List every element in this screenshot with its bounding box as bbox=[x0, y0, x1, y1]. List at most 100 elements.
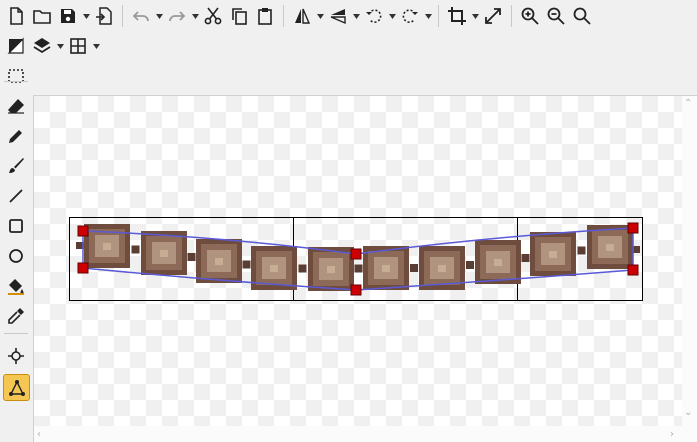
tile-link bbox=[354, 264, 363, 273]
rectangle-icon bbox=[9, 219, 23, 233]
flip-h-button[interactable] bbox=[289, 3, 315, 29]
paste-icon bbox=[258, 8, 272, 25]
tile-core bbox=[382, 265, 390, 272]
color-swap-button[interactable] bbox=[3, 33, 29, 59]
tile-link bbox=[131, 245, 140, 254]
paste-button[interactable] bbox=[252, 3, 278, 29]
crop-dropdown-arrow[interactable] bbox=[470, 3, 480, 29]
copy-icon bbox=[232, 8, 247, 25]
undo-dropdown-arrow[interactable] bbox=[154, 3, 164, 29]
redo-button[interactable] bbox=[164, 3, 190, 29]
tools-separator bbox=[4, 81, 28, 82]
scroll-left-arrow[interactable]: ‹ bbox=[37, 430, 41, 440]
toolbar-separator bbox=[511, 5, 512, 27]
layers-button[interactable] bbox=[29, 33, 55, 59]
tile-core bbox=[549, 251, 557, 258]
tile-link bbox=[466, 261, 474, 269]
undo-icon bbox=[132, 11, 149, 22]
save-icon bbox=[61, 9, 75, 23]
toolbar-separator bbox=[122, 5, 123, 27]
save-dropdown-arrow[interactable] bbox=[81, 3, 91, 29]
flip-vertical-icon bbox=[330, 9, 346, 25]
grid-icon bbox=[70, 38, 86, 54]
zoom-reset-icon bbox=[573, 7, 591, 25]
scroll-down-arrow[interactable]: ⌄ bbox=[684, 408, 692, 418]
vertical-scrollbar[interactable]: ⌃ ⌄ bbox=[681, 96, 697, 426]
rotate-cw-dropdown-arrow[interactable] bbox=[423, 3, 433, 29]
folder-open-icon bbox=[33, 10, 51, 24]
flip-v-button[interactable] bbox=[325, 3, 351, 29]
tile-link bbox=[187, 253, 196, 261]
warp-icon bbox=[8, 379, 25, 396]
color-swap-icon bbox=[7, 37, 24, 54]
tile-link bbox=[410, 264, 418, 272]
undo-button[interactable] bbox=[128, 3, 154, 29]
toolbar-separator bbox=[438, 5, 439, 27]
zoom-out-button[interactable] bbox=[543, 3, 569, 29]
toolbar-separator bbox=[283, 5, 284, 27]
copy-button[interactable] bbox=[226, 3, 252, 29]
tile-link bbox=[521, 254, 530, 262]
tile-core bbox=[270, 265, 278, 272]
line-button[interactable] bbox=[3, 183, 29, 209]
toolbar-row-1 bbox=[3, 1, 595, 31]
grid-button[interactable] bbox=[65, 33, 91, 59]
layers-dropdown-arrow[interactable] bbox=[55, 33, 65, 59]
save-button[interactable] bbox=[55, 3, 81, 29]
color-picker-button[interactable] bbox=[3, 303, 29, 329]
warp-button[interactable] bbox=[3, 374, 30, 401]
rectangle-button[interactable] bbox=[3, 213, 29, 239]
tile-core bbox=[438, 265, 446, 272]
selection-rect-icon bbox=[8, 69, 24, 83]
tile-core bbox=[327, 266, 335, 273]
rotate-ccw-dropdown-arrow[interactable] bbox=[387, 3, 397, 29]
select-button[interactable] bbox=[3, 63, 29, 89]
fill-button[interactable] bbox=[3, 273, 29, 299]
warp-control-handle[interactable] bbox=[77, 262, 89, 274]
zoom-reset-button[interactable] bbox=[569, 3, 595, 29]
export-button[interactable] bbox=[91, 3, 117, 29]
scroll-up-arrow[interactable]: ⌃ bbox=[684, 99, 692, 109]
rotate-cw-button[interactable] bbox=[397, 3, 423, 29]
transparency-checkerboard bbox=[34, 96, 682, 426]
scroll-right-arrow[interactable]: › bbox=[670, 430, 674, 440]
warp-control-handle[interactable] bbox=[627, 264, 639, 276]
warp-control-handle[interactable] bbox=[627, 222, 639, 234]
zoom-in-button[interactable] bbox=[517, 3, 543, 29]
grid-dropdown-arrow[interactable] bbox=[91, 33, 101, 59]
warp-control-handle[interactable] bbox=[77, 225, 89, 237]
eraser-button[interactable] bbox=[3, 93, 29, 119]
toolbar-row-2 bbox=[3, 31, 101, 61]
tile-core bbox=[215, 258, 223, 265]
brush-icon bbox=[9, 158, 24, 173]
rotate-ccw-button[interactable] bbox=[361, 3, 387, 29]
zoom-in-icon bbox=[521, 7, 539, 25]
warp-control-handle[interactable] bbox=[350, 284, 362, 296]
pencil-button[interactable] bbox=[3, 123, 29, 149]
resize-button[interactable] bbox=[480, 3, 506, 29]
paint-bucket-icon bbox=[8, 279, 24, 295]
crop-button[interactable] bbox=[444, 3, 470, 29]
rotate-ccw-icon bbox=[366, 9, 382, 23]
tools-separator bbox=[4, 333, 28, 334]
ellipse-button[interactable] bbox=[3, 243, 29, 269]
horizontal-scrollbar[interactable]: ‹ › bbox=[34, 428, 697, 442]
tile-link bbox=[242, 260, 251, 269]
brush-button[interactable] bbox=[3, 153, 29, 179]
crosshair-button[interactable] bbox=[3, 343, 29, 369]
redo-icon bbox=[169, 11, 186, 22]
flip-horizontal-icon bbox=[295, 8, 311, 24]
tile-core bbox=[160, 250, 168, 257]
new-button[interactable] bbox=[3, 3, 29, 29]
tile-link bbox=[298, 264, 307, 273]
redo-dropdown-arrow[interactable] bbox=[190, 3, 200, 29]
flip-v-dropdown-arrow[interactable] bbox=[351, 3, 361, 29]
warp-control-handle[interactable] bbox=[350, 248, 362, 260]
tile-core bbox=[494, 259, 502, 266]
flip-h-dropdown-arrow[interactable] bbox=[315, 3, 325, 29]
image-canvas[interactable] bbox=[34, 96, 682, 426]
open-button[interactable] bbox=[29, 3, 55, 29]
crosshair-icon bbox=[8, 348, 24, 364]
canvas-area[interactable]: ⌃ ⌄ ‹ › bbox=[33, 95, 697, 442]
cut-button[interactable] bbox=[200, 3, 226, 29]
